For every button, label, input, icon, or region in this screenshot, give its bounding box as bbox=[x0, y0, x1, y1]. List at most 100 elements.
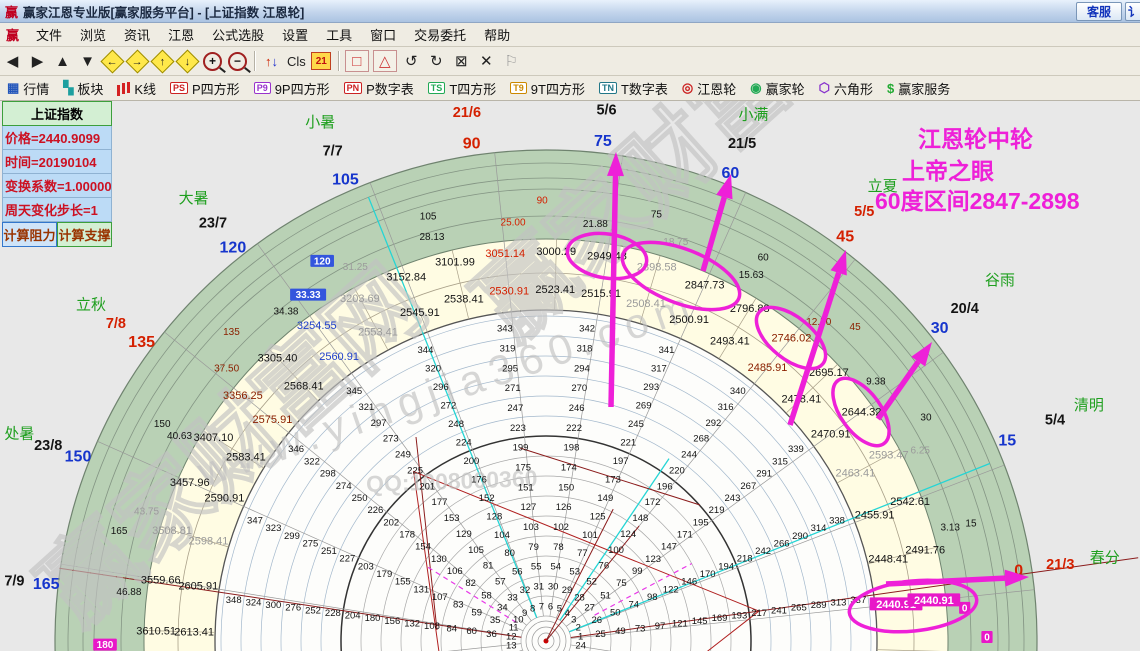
view-t-number-table[interactable]: TN T数字表 bbox=[592, 79, 675, 98]
svg-text:80: 80 bbox=[504, 548, 515, 559]
triangle-tool-icon[interactable]: △ bbox=[372, 50, 397, 72]
flag-icon[interactable]: ⚐ bbox=[499, 49, 524, 73]
svg-text:100: 100 bbox=[608, 545, 624, 556]
zoom-out-icon[interactable]: − bbox=[225, 49, 250, 73]
svg-text:54: 54 bbox=[551, 562, 562, 573]
svg-text:28.13: 28.13 bbox=[419, 232, 444, 243]
view-sectors[interactable]: ▚ 板块 bbox=[56, 79, 110, 98]
view-hexagon[interactable]: ⬡ 六角形 bbox=[812, 79, 880, 98]
calc-resistance-button[interactable]: 计算阻力 bbox=[2, 222, 57, 247]
view-quotes[interactable]: ▦ 行情 bbox=[0, 79, 56, 98]
partial-button[interactable]: 讠 bbox=[1125, 1, 1140, 21]
9t-square-icon: T9 bbox=[510, 82, 527, 94]
svg-text:148: 148 bbox=[632, 513, 648, 524]
svg-text:123: 123 bbox=[645, 554, 661, 565]
svg-text:31: 31 bbox=[534, 581, 545, 592]
window-title: 赢家江恩专业版[赢家服务平台] - [上证指数 江恩轮] bbox=[23, 5, 305, 20]
cls-button[interactable]: Cls bbox=[284, 54, 309, 69]
svg-text:345: 345 bbox=[346, 386, 362, 397]
rotate-ccw-icon[interactable]: ↺ bbox=[399, 49, 424, 73]
menu-item-5[interactable]: 设置 bbox=[273, 24, 317, 45]
svg-text:176: 176 bbox=[471, 474, 487, 485]
nav-forward-icon[interactable]: ▶ bbox=[25, 49, 50, 73]
svg-text:13: 13 bbox=[506, 641, 517, 651]
svg-text:165: 165 bbox=[33, 576, 60, 593]
center-cross-icon[interactable]: ✕ bbox=[474, 49, 499, 73]
svg-text:274: 274 bbox=[336, 481, 352, 492]
svg-text:74: 74 bbox=[628, 600, 639, 611]
menu-item-6[interactable]: 工具 bbox=[317, 24, 361, 45]
svg-text:78: 78 bbox=[553, 542, 564, 553]
view-kline[interactable]: K线 bbox=[110, 79, 163, 98]
view-p-number-table[interactable]: PN P数字表 bbox=[337, 79, 421, 98]
svg-text:105: 105 bbox=[332, 172, 359, 189]
svg-text:2593.47: 2593.47 bbox=[869, 450, 909, 462]
svg-text:21.88: 21.88 bbox=[583, 219, 608, 230]
svg-text:344: 344 bbox=[418, 345, 434, 356]
svg-text:196: 196 bbox=[657, 481, 673, 492]
svg-text:2746.02: 2746.02 bbox=[772, 333, 812, 345]
zoom-in-icon[interactable]: + bbox=[200, 49, 225, 73]
triangle-up-icon[interactable]: ▲ bbox=[50, 49, 75, 73]
t-square-label: T四方形 bbox=[449, 81, 497, 97]
calc-support-button[interactable]: 计算支撑 bbox=[57, 222, 112, 247]
svg-text:297: 297 bbox=[371, 418, 387, 429]
svg-text:26: 26 bbox=[592, 615, 603, 626]
menu-item-0[interactable]: 文件 bbox=[27, 24, 71, 45]
svg-text:57: 57 bbox=[495, 576, 506, 587]
svg-text:5/5: 5/5 bbox=[854, 204, 874, 220]
svg-text:7: 7 bbox=[539, 601, 544, 612]
t-number-table-label: T数字表 bbox=[620, 81, 668, 97]
calendar-icon[interactable]: 21 bbox=[309, 49, 334, 73]
svg-text:3559.66: 3559.66 bbox=[141, 575, 181, 587]
box-x-icon[interactable]: ⊠ bbox=[449, 49, 474, 73]
svg-text:2590.91: 2590.91 bbox=[205, 492, 245, 504]
svg-text:323: 323 bbox=[266, 523, 282, 534]
pan-left-icon[interactable]: ← bbox=[100, 48, 125, 74]
svg-text:2440.91: 2440.91 bbox=[914, 595, 954, 607]
menu-item-8[interactable]: 交易委托 bbox=[405, 24, 475, 45]
t-square-icon: TS bbox=[427, 82, 446, 94]
pan-down-icon[interactable]: ↓ bbox=[175, 48, 200, 74]
svg-text:7/8: 7/8 bbox=[106, 316, 126, 332]
customer-service-button[interactable]: 客服 bbox=[1075, 1, 1122, 21]
svg-text:319: 319 bbox=[500, 344, 516, 355]
pan-up-icon[interactable]: ↑ bbox=[150, 48, 175, 74]
nav-back-icon[interactable]: ◀ bbox=[0, 49, 25, 73]
svg-text:223: 223 bbox=[510, 423, 526, 434]
svg-text:79: 79 bbox=[528, 542, 539, 553]
view-winner-service[interactable]: $ 赢家服务 bbox=[880, 79, 957, 98]
svg-text:300: 300 bbox=[265, 600, 281, 611]
view-gann-wheel[interactable]: ◎ 江恩轮 bbox=[675, 79, 743, 98]
svg-text:101: 101 bbox=[582, 530, 598, 541]
updown-arrows-icon[interactable]: ↑ ↓ bbox=[259, 49, 284, 73]
menu-item-2[interactable]: 资讯 bbox=[115, 24, 159, 45]
triangle-down-icon[interactable]: ▼ bbox=[75, 49, 100, 73]
svg-text:296: 296 bbox=[433, 382, 449, 393]
svg-text:77: 77 bbox=[577, 548, 588, 559]
square-tool-icon[interactable]: □ bbox=[344, 50, 369, 72]
svg-text:218: 218 bbox=[737, 554, 753, 565]
svg-text:195: 195 bbox=[693, 517, 709, 528]
view-winner-wheel[interactable]: ◉ 赢家轮 bbox=[743, 79, 811, 98]
svg-text:145: 145 bbox=[692, 616, 708, 627]
menu-item-3[interactable]: 江恩 bbox=[159, 24, 203, 45]
pan-right-icon[interactable]: → bbox=[125, 48, 150, 74]
view-9p-square[interactable]: P9 9P四方形 bbox=[247, 79, 337, 98]
rotate-cw-icon[interactable]: ↻ bbox=[424, 49, 449, 73]
view-t-square[interactable]: TS T四方形 bbox=[421, 79, 503, 98]
menu-item-9[interactable]: 帮助 bbox=[475, 24, 519, 45]
view-p-square[interactable]: PS P四方形 bbox=[163, 79, 247, 98]
svg-text:2: 2 bbox=[576, 623, 581, 634]
svg-text:225: 225 bbox=[407, 465, 423, 476]
svg-text:175: 175 bbox=[515, 462, 531, 473]
menu-item-1[interactable]: 浏览 bbox=[71, 24, 115, 45]
svg-text:180: 180 bbox=[365, 613, 381, 624]
svg-text:2530.91: 2530.91 bbox=[489, 286, 529, 298]
menu-item-7[interactable]: 窗口 bbox=[361, 24, 405, 45]
svg-text:172: 172 bbox=[645, 497, 661, 508]
view-9t-square[interactable]: T9 9T四方形 bbox=[503, 79, 592, 98]
svg-text:171: 171 bbox=[677, 529, 693, 540]
menu-item-4[interactable]: 公式选股 bbox=[203, 24, 273, 45]
svg-text:90: 90 bbox=[463, 136, 481, 153]
